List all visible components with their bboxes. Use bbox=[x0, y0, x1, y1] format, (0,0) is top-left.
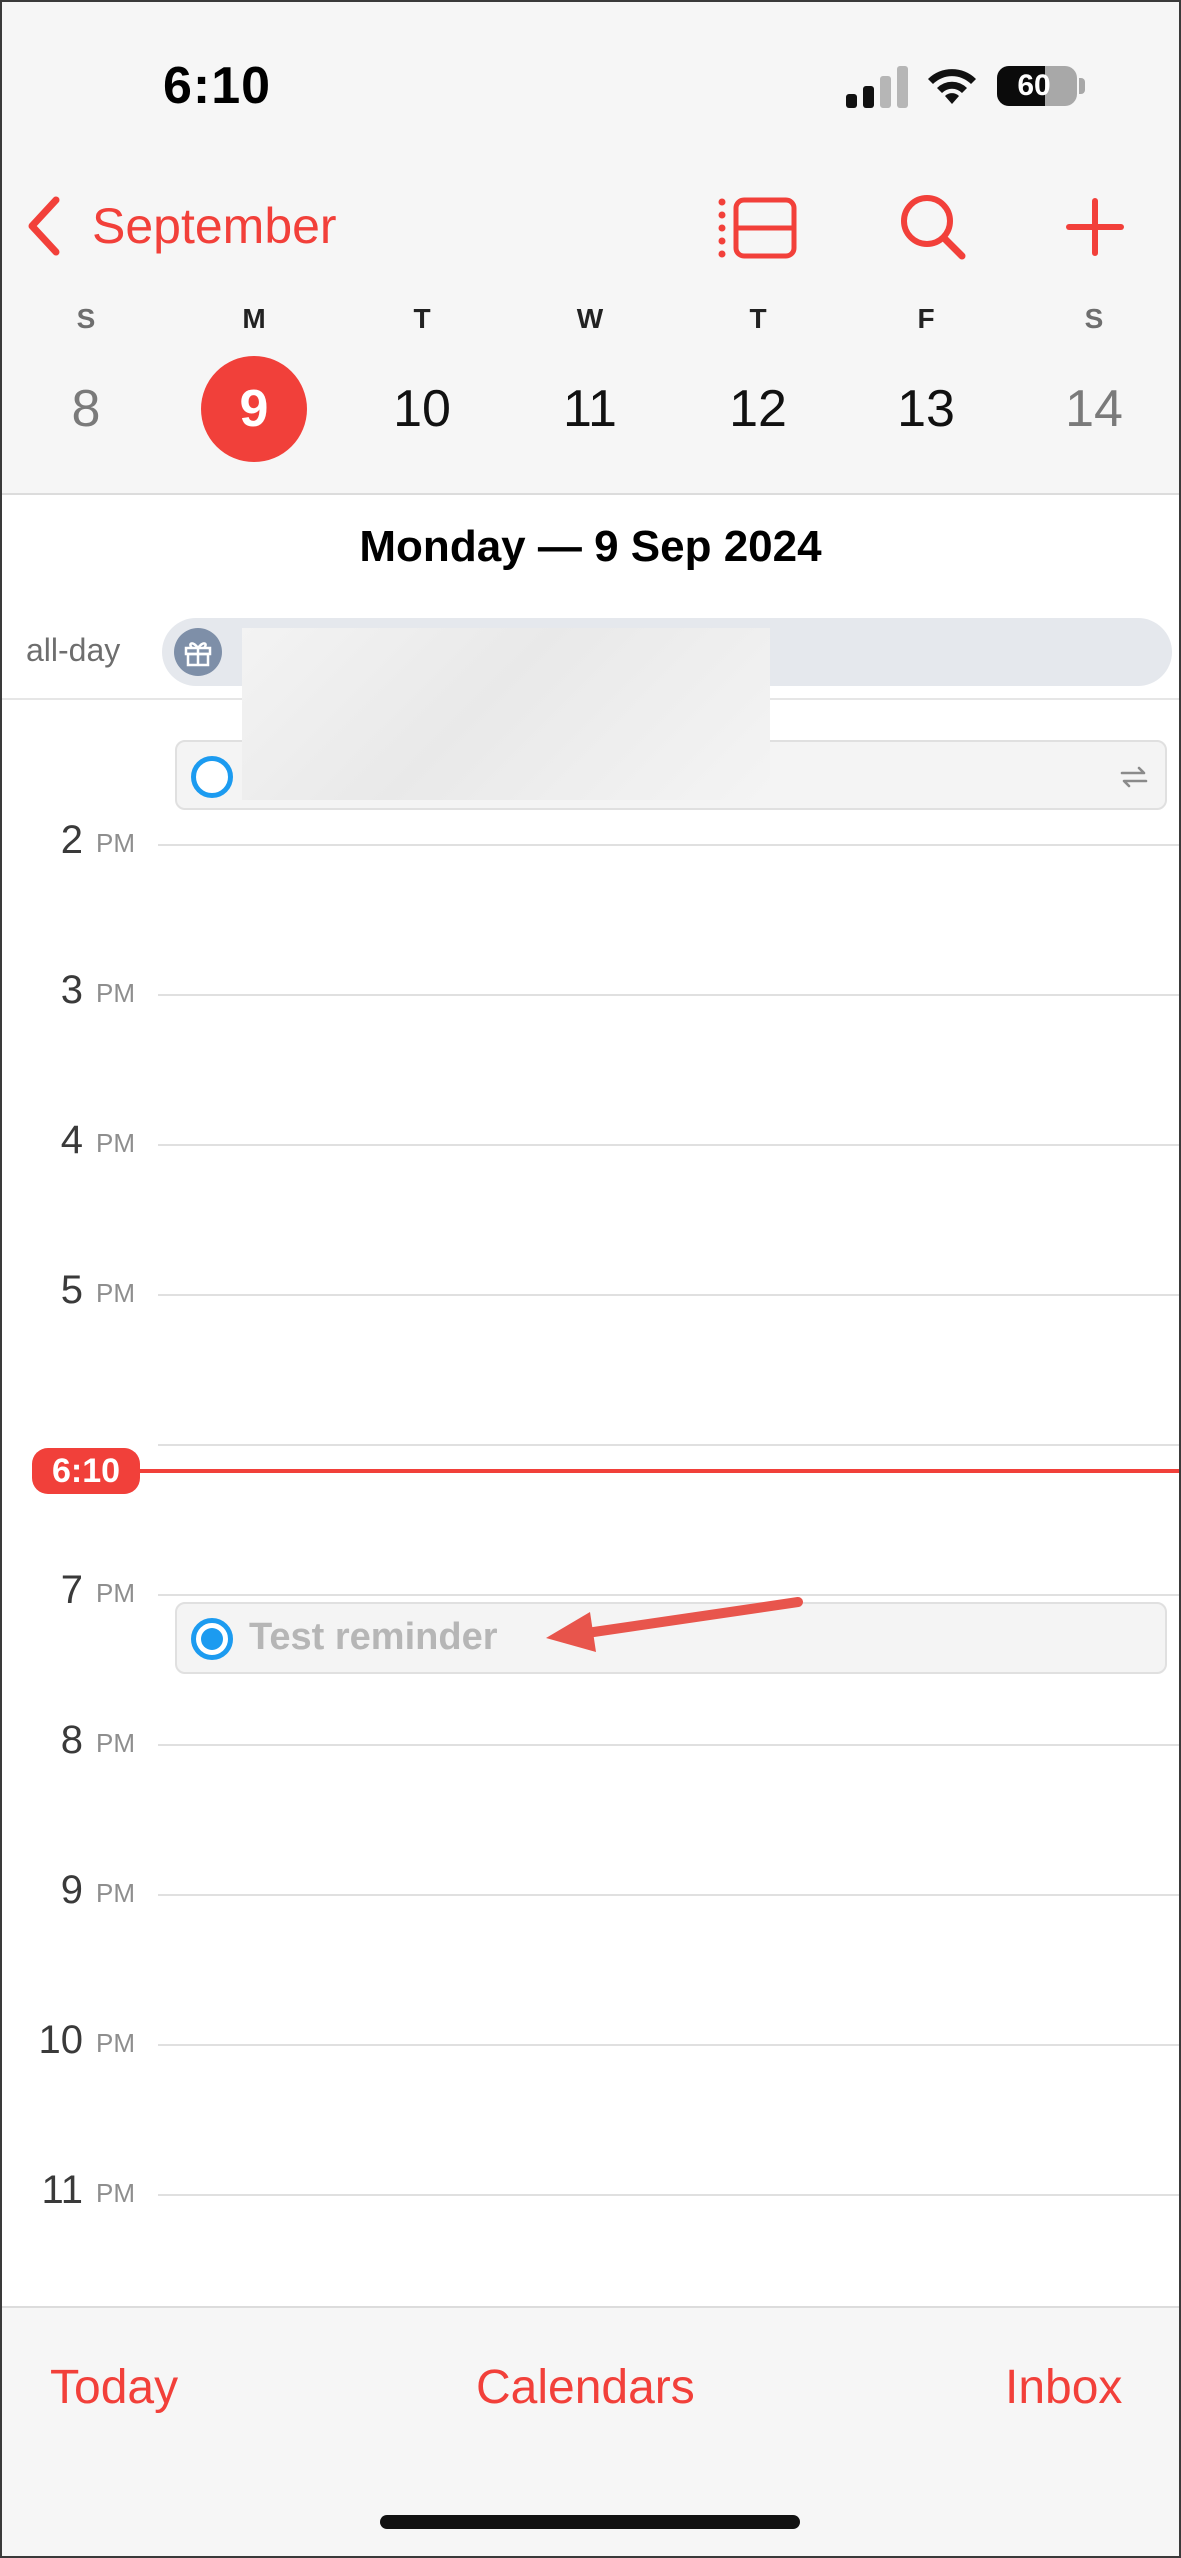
hour-gridline bbox=[158, 844, 1181, 846]
hour-number: 9 bbox=[60, 1868, 83, 1912]
battery-level: 60 bbox=[1017, 69, 1051, 102]
chevron-left-icon bbox=[28, 196, 60, 256]
hour-gridline bbox=[158, 1744, 1181, 1746]
status-time: 6:10 bbox=[163, 57, 272, 115]
weekday-thu: T bbox=[749, 303, 767, 334]
back-to-month-button[interactable]: September bbox=[24, 196, 337, 256]
weekday-wed: W bbox=[576, 303, 604, 334]
gift-icon bbox=[174, 628, 222, 676]
inbox-tab[interactable]: Inbox bbox=[1005, 2360, 1122, 2415]
hour-gridline bbox=[158, 994, 1181, 996]
hour-period: PM bbox=[96, 1728, 135, 1758]
hour-row: 8 PM bbox=[0, 1718, 1181, 1762]
home-indicator[interactable] bbox=[380, 2515, 800, 2529]
current-time-badge: 6:10 bbox=[32, 1448, 140, 1494]
cellular-signal-icon bbox=[846, 64, 908, 108]
calendars-tab[interactable]: Calendars bbox=[476, 2360, 695, 2415]
date-cell[interactable]: 14 bbox=[1041, 356, 1147, 462]
redaction-blur bbox=[242, 628, 770, 800]
hour-gridline bbox=[158, 1894, 1181, 1896]
hour-period: PM bbox=[96, 2028, 135, 2058]
annotation-arrow bbox=[546, 1597, 803, 1652]
hour-number: 11 bbox=[41, 2168, 83, 2212]
weekday-tue: T bbox=[413, 303, 431, 334]
hour-row: 5 PM bbox=[0, 1268, 1181, 1312]
hour-period: PM bbox=[96, 1878, 135, 1908]
reminder-title: Test reminder bbox=[249, 1616, 498, 1658]
date-cell[interactable]: 8 bbox=[33, 356, 139, 462]
date-cell[interactable]: 10 bbox=[369, 356, 475, 462]
reminder-checkbox[interactable] bbox=[191, 1618, 233, 1660]
back-label: September bbox=[92, 198, 337, 254]
date-cell-selected[interactable]: 9 bbox=[201, 356, 307, 462]
hour-row-6pm bbox=[0, 1428, 1181, 1458]
hour-period: PM bbox=[96, 1278, 135, 1308]
hour-gridline bbox=[158, 1294, 1181, 1296]
day-title: Monday — 9 Sep 2024 bbox=[359, 522, 822, 571]
weekday-mon: M bbox=[242, 303, 266, 334]
list-view-icon[interactable] bbox=[716, 196, 798, 260]
hour-period: PM bbox=[96, 978, 135, 1008]
hour-row: 4 PM bbox=[0, 1118, 1181, 1162]
weekday-fri: F bbox=[917, 303, 935, 334]
hour-number: 3 bbox=[60, 968, 83, 1012]
hour-row: 9 PM bbox=[0, 1868, 1181, 1912]
hour-number: 2 bbox=[60, 818, 83, 862]
hour-period: PM bbox=[96, 828, 135, 858]
search-icon[interactable] bbox=[898, 192, 968, 262]
today-tab[interactable]: Today bbox=[50, 2360, 178, 2415]
repeat-icon bbox=[1120, 766, 1148, 788]
hour-gridline bbox=[158, 2044, 1181, 2046]
add-icon[interactable] bbox=[1066, 198, 1124, 256]
wifi-icon bbox=[928, 69, 976, 104]
battery-cap bbox=[1079, 78, 1085, 94]
date-cell[interactable]: 11 bbox=[537, 356, 643, 462]
hour-number: 8 bbox=[60, 1718, 83, 1762]
hour-gridline bbox=[158, 2194, 1181, 2196]
weekday-sat: S bbox=[1084, 303, 1104, 334]
current-time-line bbox=[120, 1469, 1181, 1473]
date-cell[interactable]: 12 bbox=[705, 356, 811, 462]
reminder-checkbox[interactable] bbox=[191, 756, 233, 798]
hour-row: 3 PM bbox=[0, 968, 1181, 1012]
hour-number: 5 bbox=[60, 1268, 83, 1312]
hour-row: 11 PM bbox=[0, 2168, 1181, 2212]
hour-row: 10 PM bbox=[0, 2018, 1181, 2062]
hour-period: PM bbox=[96, 2178, 135, 2208]
hour-number: 10 bbox=[38, 2018, 84, 2062]
hour-gridline bbox=[158, 1144, 1181, 1146]
all-day-label: all-day bbox=[26, 632, 121, 668]
hour-number: 7 bbox=[60, 1568, 83, 1612]
hour-number: 4 bbox=[60, 1118, 83, 1162]
hour-period: PM bbox=[96, 1128, 135, 1158]
hour-period: PM bbox=[96, 1578, 135, 1608]
hour-gridline bbox=[158, 1444, 1181, 1446]
battery-icon: 60 bbox=[997, 66, 1077, 106]
hour-row: 2 PM bbox=[0, 818, 1181, 862]
weekday-sun: S bbox=[76, 303, 96, 334]
date-cell[interactable]: 13 bbox=[873, 356, 979, 462]
